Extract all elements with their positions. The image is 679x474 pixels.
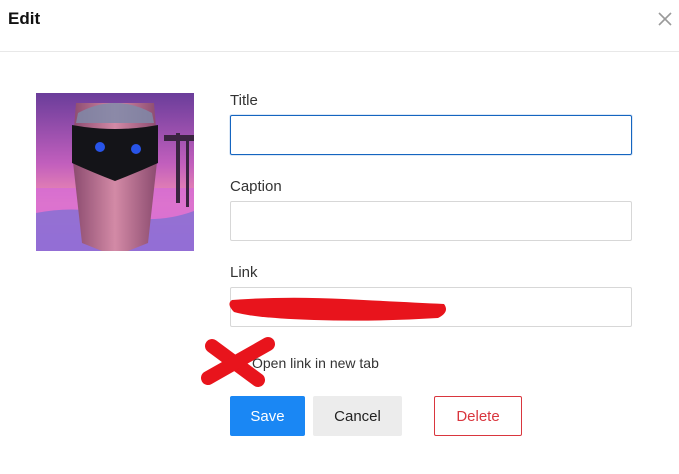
title-input[interactable]: [230, 115, 632, 155]
image-thumbnail: [36, 93, 194, 251]
caption-input[interactable]: [230, 201, 632, 241]
link-input[interactable]: [230, 287, 632, 327]
caption-label: Caption: [230, 178, 282, 195]
delete-button[interactable]: Delete: [434, 396, 522, 436]
open-new-tab-checkbox[interactable]: [230, 356, 244, 370]
dialog-header: Edit: [0, 0, 679, 52]
title-label: Title: [230, 92, 258, 109]
link-label: Link: [230, 264, 258, 281]
close-icon[interactable]: [655, 9, 675, 29]
open-new-tab-label: Open link in new tab: [252, 355, 379, 371]
cancel-button[interactable]: Cancel: [313, 396, 402, 436]
dialog-title: Edit: [8, 9, 41, 28]
open-new-tab-option[interactable]: Open link in new tab: [230, 354, 379, 372]
save-button[interactable]: Save: [230, 396, 305, 436]
